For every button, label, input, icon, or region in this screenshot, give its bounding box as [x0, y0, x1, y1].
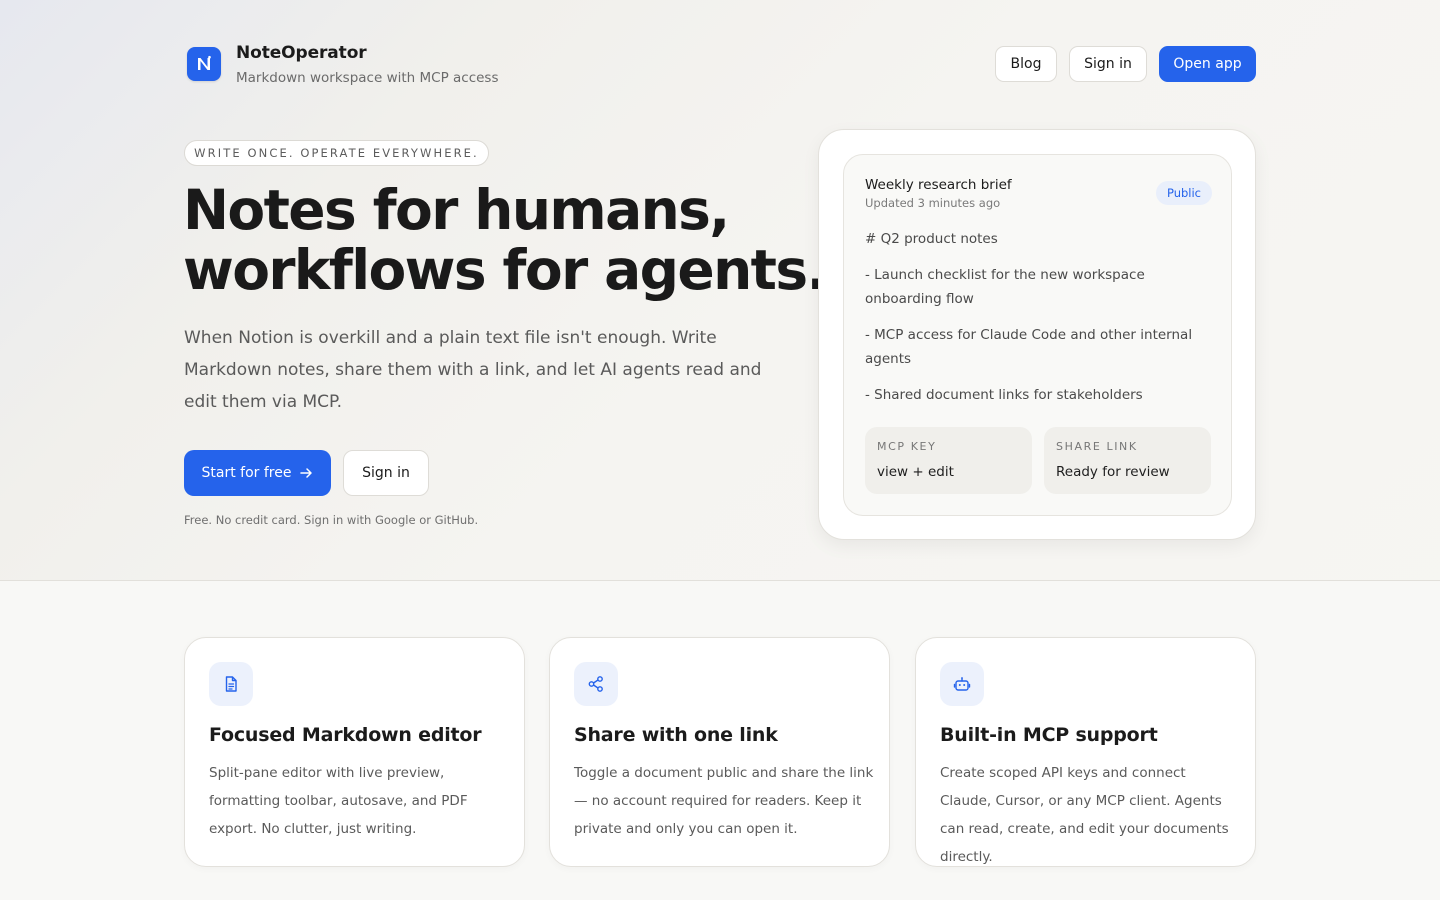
feature-description: Toggle a document public and share the l…: [574, 765, 874, 837]
hero-title-line-2: workflows for agents.: [183, 238, 827, 302]
mcp-key-label: MCP KEY: [877, 440, 937, 453]
mcp-key-card: MCP KEY view + edit: [865, 427, 1032, 494]
brand-logo[interactable]: [187, 47, 221, 81]
public-badge: Public: [1156, 181, 1212, 205]
share-link-card: SHARE LINK Ready for review: [1044, 427, 1211, 494]
share-icon: [574, 662, 618, 706]
feature-card-share: Share with one link Toggle a document pu…: [549, 637, 890, 867]
doc-updated: Updated 3 minutes ago: [865, 196, 1001, 210]
feature-description: Split-pane editor with live preview, for…: [209, 765, 468, 837]
arrow-right-icon: [300, 468, 313, 478]
share-link-label: SHARE LINK: [1056, 440, 1138, 453]
blog-button[interactable]: Blog: [995, 46, 1057, 82]
start-for-free-button[interactable]: Start for free: [184, 450, 331, 496]
hero-eyebrow: WRITE ONCE. OPERATE EVERYWHERE.: [184, 140, 489, 166]
hero-sign-in-button[interactable]: Sign in: [343, 450, 429, 496]
logo-n-icon: [198, 55, 211, 70]
open-app-button[interactable]: Open app: [1159, 46, 1256, 82]
doc-line: - MCP access for Claude Code and other i…: [865, 327, 1193, 367]
hero-title: Notes for humans, workflows for agents.: [183, 178, 827, 302]
doc-line: - Launch checklist for the new workspace…: [865, 267, 1145, 307]
cta-note: Free. No credit card. Sign in with Googl…: [184, 513, 479, 527]
feature-description: Create scoped API keys and connect Claud…: [940, 765, 1229, 865]
mcp-key-value: view + edit: [877, 464, 954, 480]
feature-card-editor: Focused Markdown editor Split-pane edito…: [184, 637, 525, 867]
robot-icon: [940, 662, 984, 706]
brand-name[interactable]: NoteOperator: [236, 43, 367, 63]
hero-description: When Notion is overkill and a plain text…: [184, 328, 762, 412]
share-link-value: Ready for review: [1056, 464, 1170, 480]
hero-title-line-1: Notes for humans,: [183, 178, 730, 242]
feature-title: Focused Markdown editor: [209, 724, 482, 746]
feature-card-mcp: Built-in MCP support Create scoped API k…: [915, 637, 1256, 867]
header-sign-in-button[interactable]: Sign in: [1069, 46, 1147, 82]
feature-title: Built-in MCP support: [940, 724, 1158, 746]
document-preview-card: Weekly research brief Updated 3 minutes …: [818, 129, 1256, 540]
brand-tagline: Markdown workspace with MCP access: [236, 70, 499, 86]
doc-line-heading: # Q2 product notes: [865, 231, 998, 247]
feature-title: Share with one link: [574, 724, 778, 746]
doc-title: Weekly research brief: [865, 177, 1012, 193]
document-preview: Weekly research brief Updated 3 minutes …: [843, 154, 1232, 516]
start-for-free-label: Start for free: [201, 465, 292, 481]
doc-line: - Shared document links for stakeholders: [865, 387, 1143, 403]
document-icon: [209, 662, 253, 706]
